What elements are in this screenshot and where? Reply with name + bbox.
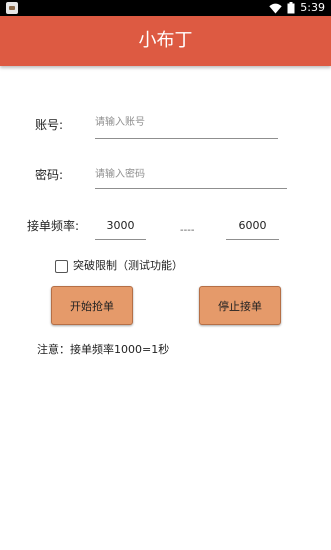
status-time: 5:39	[300, 1, 325, 14]
break-limit-checkbox[interactable]: 突破限制（测试功能）	[55, 258, 183, 274]
status-bar: 5:39	[0, 0, 331, 16]
account-input[interactable]	[95, 112, 278, 139]
checkbox-box[interactable]	[55, 259, 68, 273]
status-right-group: 5:39	[269, 1, 325, 15]
account-label: 账号:	[35, 118, 64, 132]
battery-icon	[287, 2, 295, 14]
app-bar: 小布丁	[0, 16, 331, 66]
break-limit-label: 突破限制（测试功能）	[73, 259, 183, 272]
app-title: 小布丁	[138, 30, 193, 51]
app-notification-icon	[6, 2, 18, 14]
frequency-label: 接单频率:	[27, 219, 80, 233]
frequency-max-input[interactable]	[226, 217, 279, 240]
wifi-icon	[269, 3, 282, 14]
stop-order-button[interactable]: 停止接单	[199, 286, 281, 325]
frequency-min-input[interactable]	[95, 217, 146, 240]
frequency-separator: ----	[180, 225, 195, 236]
password-label: 密码:	[35, 168, 64, 182]
password-input[interactable]	[95, 166, 287, 189]
start-grab-button[interactable]: 开始抢单	[51, 286, 133, 325]
frequency-note: 注意：接单频率1000=1秒	[37, 343, 170, 356]
